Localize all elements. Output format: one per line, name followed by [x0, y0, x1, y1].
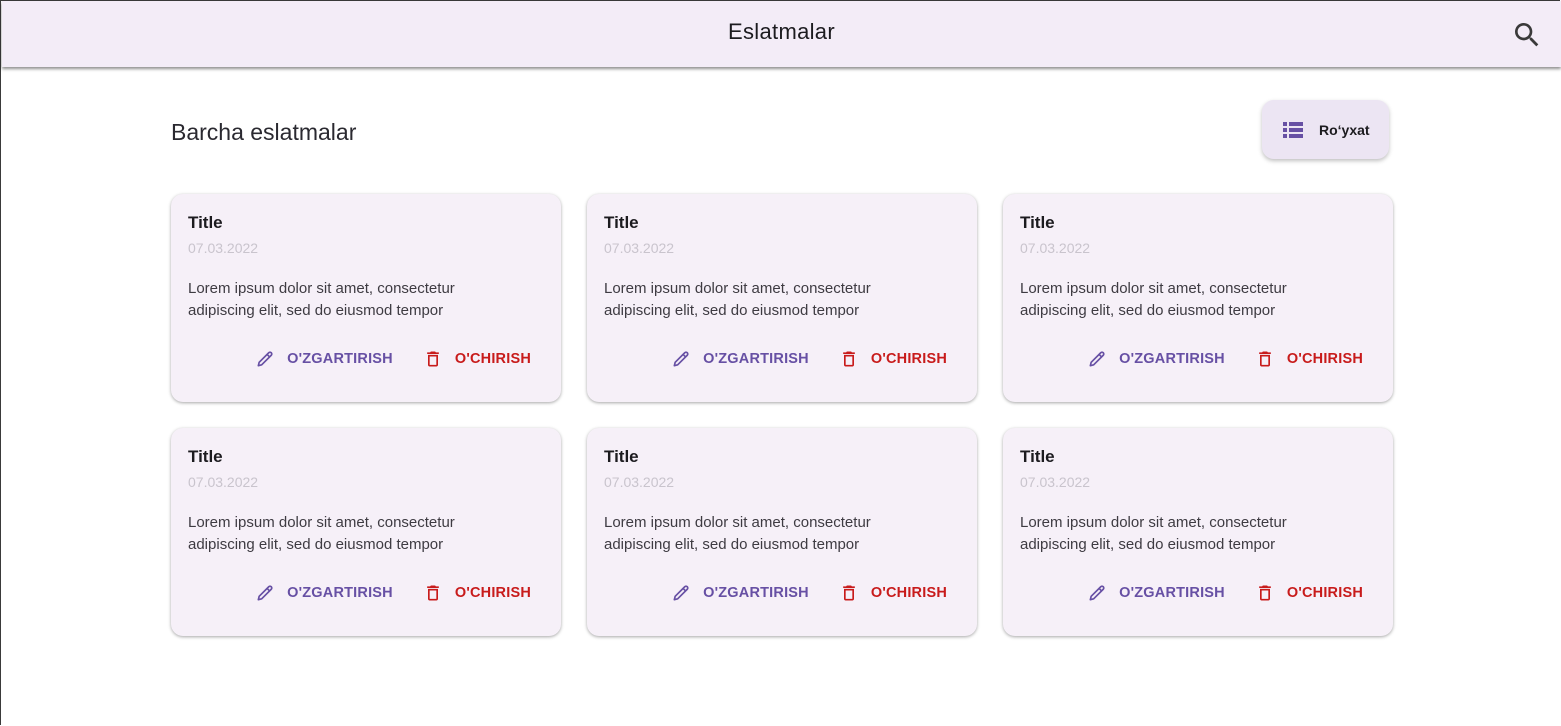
note-actions: O'ZGARTIRISH O'CHIRISH: [671, 583, 947, 603]
note-body: Lorem ipsum dolor sit amet, consectetur …: [188, 514, 455, 553]
delete-label: O'CHIRISH: [870, 585, 947, 601]
section-title: Barcha eslatmalar: [171, 119, 357, 145]
edit-button[interactable]: O'ZGARTIRISH: [671, 583, 809, 603]
pencil-icon: [1087, 349, 1107, 369]
delete-button[interactable]: O'CHIRISH: [423, 349, 531, 369]
note-card: Title 07.03.2022 Lorem ipsum dolor sit a…: [587, 428, 977, 636]
note-body: Lorem ipsum dolor sit amet, consectetur …: [1020, 280, 1287, 319]
note-actions: O'ZGARTIRISH O'CHIRISH: [671, 349, 947, 369]
note-card: Title 07.03.2022 Lorem ipsum dolor sit a…: [1003, 428, 1393, 636]
note-date: 07.03.2022: [1020, 240, 1091, 256]
delete-label: O'CHIRISH: [1286, 351, 1363, 367]
note-title: Title: [604, 213, 639, 232]
edit-label: O'ZGARTIRISH: [703, 351, 809, 367]
note-date: 07.03.2022: [1020, 474, 1091, 490]
trash-icon: [839, 583, 859, 603]
note-actions: O'ZGARTIRISH O'CHIRISH: [255, 583, 531, 603]
trash-icon: [839, 349, 859, 369]
note-actions: O'ZGARTIRISH O'CHIRISH: [255, 349, 531, 369]
note-card: Title 07.03.2022 Lorem ipsum dolor sit a…: [587, 194, 977, 402]
edit-button[interactable]: O'ZGARTIRISH: [1087, 583, 1225, 603]
edit-button[interactable]: O'ZGARTIRISH: [255, 349, 393, 369]
pencil-icon: [671, 349, 691, 369]
note-title: Title: [1020, 213, 1055, 232]
pencil-icon: [671, 583, 691, 603]
delete-button[interactable]: O'CHIRISH: [1255, 583, 1363, 603]
note-title: Title: [188, 447, 223, 466]
note-date: 07.03.2022: [188, 474, 259, 490]
note-body: Lorem ipsum dolor sit amet, consectetur …: [604, 514, 871, 553]
trash-icon: [423, 349, 443, 369]
search-button[interactable]: [1507, 15, 1547, 55]
pencil-icon: [255, 583, 275, 603]
app-title: Eslatmalar: [728, 19, 835, 44]
note-title: Title: [188, 213, 223, 232]
edit-button[interactable]: O'ZGARTIRISH: [255, 583, 393, 603]
app-bar: Eslatmalar: [2, 1, 1561, 67]
edit-label: O'ZGARTIRISH: [287, 351, 393, 367]
note-card: Title 07.03.2022 Lorem ipsum dolor sit a…: [1003, 194, 1393, 402]
view-toggle-label: Ro‘yxat: [1319, 121, 1370, 138]
delete-button[interactable]: O'CHIRISH: [839, 583, 947, 603]
delete-label: O'CHIRISH: [454, 351, 531, 367]
note-title: Title: [604, 447, 639, 466]
delete-label: O'CHIRISH: [870, 351, 947, 367]
note-body: Lorem ipsum dolor sit amet, consectetur …: [1020, 514, 1287, 553]
edit-label: O'ZGARTIRISH: [1119, 585, 1225, 601]
trash-icon: [1255, 583, 1275, 603]
pencil-icon: [1087, 583, 1107, 603]
note-card: Title 07.03.2022 Lorem ipsum dolor sit a…: [171, 428, 561, 636]
delete-button[interactable]: O'CHIRISH: [839, 349, 947, 369]
note-date: 07.03.2022: [188, 240, 259, 256]
trash-icon: [423, 583, 443, 603]
view-toggle-button[interactable]: Ro‘yxat: [1262, 100, 1389, 159]
edit-button[interactable]: O'ZGARTIRISH: [671, 349, 809, 369]
note-card: Title 07.03.2022 Lorem ipsum dolor sit a…: [171, 194, 561, 402]
note-actions: O'ZGARTIRISH O'CHIRISH: [1087, 349, 1363, 369]
delete-button[interactable]: O'CHIRISH: [423, 583, 531, 603]
search-icon: [1515, 23, 1539, 47]
note-body: Lorem ipsum dolor sit amet, consectetur …: [604, 280, 871, 319]
delete-label: O'CHIRISH: [1286, 585, 1363, 601]
edit-button[interactable]: O'ZGARTIRISH: [1087, 349, 1225, 369]
pencil-icon: [255, 349, 275, 369]
note-date: 07.03.2022: [604, 240, 675, 256]
delete-button[interactable]: O'CHIRISH: [1255, 349, 1363, 369]
edit-label: O'ZGARTIRISH: [703, 585, 809, 601]
note-title: Title: [1020, 447, 1055, 466]
trash-icon: [1255, 349, 1275, 369]
delete-label: O'CHIRISH: [454, 585, 531, 601]
note-actions: O'ZGARTIRISH O'CHIRISH: [1087, 583, 1363, 603]
edit-label: O'ZGARTIRISH: [1119, 351, 1225, 367]
note-date: 07.03.2022: [604, 474, 675, 490]
edit-label: O'ZGARTIRISH: [287, 585, 393, 601]
list-icon: [1283, 121, 1303, 138]
note-body: Lorem ipsum dolor sit amet, consectetur …: [188, 280, 455, 319]
